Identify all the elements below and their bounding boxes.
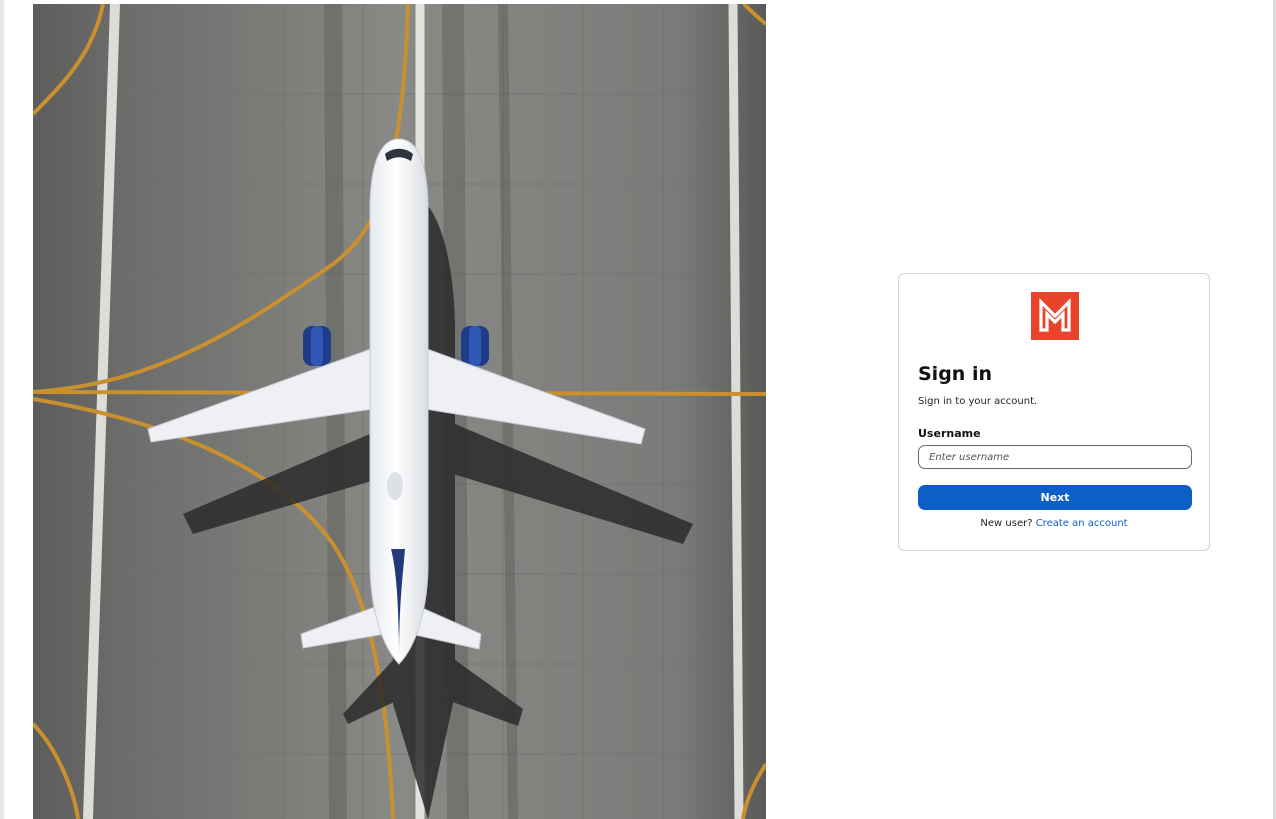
- create-account-link[interactable]: Create an account: [1036, 518, 1128, 529]
- sign-in-title: Sign in: [918, 363, 992, 385]
- sign-in-subtitle: Sign in to your account.: [918, 396, 1038, 407]
- airplane-runway-illustration: [33, 4, 766, 819]
- username-input[interactable]: [918, 445, 1192, 469]
- left-edge: [0, 0, 4, 819]
- sign-in-page: Sign in Sign in to your account. Usernam…: [0, 0, 1276, 819]
- new-user-text: New user?: [980, 518, 1033, 529]
- username-label: Username: [918, 427, 981, 440]
- next-button[interactable]: Next: [918, 485, 1192, 510]
- hero-image: [33, 4, 766, 819]
- new-user-row: New user? Create an account: [899, 517, 1209, 531]
- m-logo-icon: [1031, 292, 1079, 340]
- sign-in-card: Sign in Sign in to your account. Usernam…: [898, 273, 1210, 551]
